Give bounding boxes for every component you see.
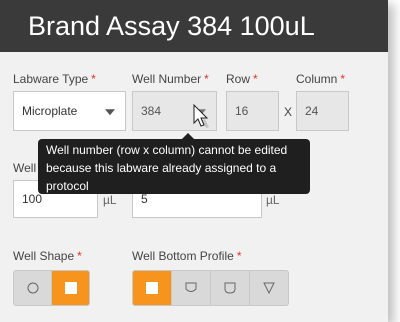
column-field[interactable]: 24: [296, 91, 349, 131]
column-value: 24: [305, 104, 319, 118]
second-volume-value: 5: [141, 192, 148, 206]
u-bottom-icon: [224, 282, 236, 294]
page-title: Brand Assay 384 100uL: [28, 11, 315, 41]
well-bottom-profile-toggle: [132, 270, 289, 306]
v-bottom-icon: [263, 282, 275, 295]
round-bottom-icon: [185, 282, 197, 292]
labware-type-label-text: Labware Type: [13, 72, 89, 86]
well-volume-value: 100: [22, 192, 43, 206]
square-icon: [64, 282, 77, 294]
well-shape-square-option[interactable]: [52, 271, 89, 305]
column-label: Column *: [296, 72, 345, 86]
well-number-label: Well Number *: [132, 72, 209, 86]
chevron-down-icon: [105, 109, 115, 116]
bottom-round-option[interactable]: [172, 271, 211, 305]
required-mark: *: [77, 249, 82, 263]
tooltip-text: Well number (row x column) cannot be edi…: [46, 143, 288, 193]
required-mark: *: [340, 72, 346, 86]
well-number-label-text: Well Number: [132, 72, 202, 86]
well-bottom-profile-label-text: Well Bottom Profile: [132, 249, 234, 263]
labware-type-select[interactable]: Microplate: [13, 91, 126, 131]
well-bottom-profile-label: Well Bottom Profile *: [132, 249, 241, 263]
required-mark: *: [236, 249, 242, 263]
flat-bottom-icon: [146, 282, 158, 294]
required-mark: *: [253, 72, 258, 86]
bottom-flat-option[interactable]: [133, 271, 172, 305]
required-mark: *: [204, 72, 209, 86]
row-value: 16: [235, 104, 249, 118]
well-shape-circle-option[interactable]: [14, 271, 52, 305]
times-separator: X: [284, 105, 293, 119]
bottom-u-shape-option[interactable]: [211, 271, 250, 305]
well-shape-toggle: [13, 270, 90, 306]
well-volume-label: Well: [13, 161, 37, 175]
well-volume-unit: µL: [103, 193, 117, 207]
labware-type-value: Microplate: [22, 104, 78, 118]
required-mark: *: [91, 72, 96, 86]
row-label-text: Row: [226, 72, 251, 86]
column-label-text: Column: [296, 72, 338, 86]
title-bar: Brand Assay 384 100uL: [0, 0, 388, 52]
labware-editor-panel: Brand Assay 384 100uL Labware Type * Micr…: [0, 0, 388, 322]
well-shape-label: Well Shape *: [13, 249, 82, 263]
bottom-v-shape-option[interactable]: [250, 271, 288, 305]
row-field[interactable]: 16: [226, 91, 279, 131]
tooltip: Well number (row x column) cannot be edi…: [38, 133, 310, 194]
row-label: Row *: [226, 72, 258, 86]
well-number-value: 384: [141, 104, 162, 118]
circle-icon: [27, 282, 38, 294]
labware-type-label: Labware Type *: [13, 72, 96, 86]
mouse-cursor-icon: [193, 104, 209, 128]
well-shape-label-text: Well Shape: [13, 249, 75, 263]
second-volume-unit: µL: [266, 193, 280, 207]
